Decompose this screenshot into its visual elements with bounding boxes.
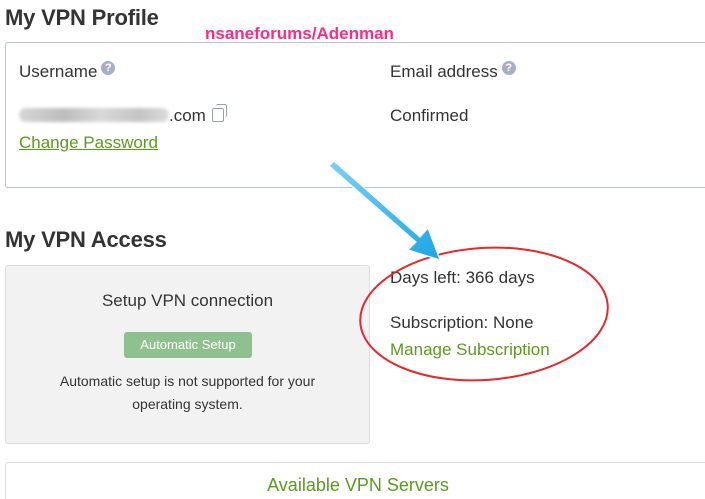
username-suffix: .com (169, 106, 206, 125)
username-label-text: Username (19, 62, 98, 81)
access-title: My VPN Access (5, 227, 167, 252)
days-left: Days left: 366 days (390, 268, 535, 287)
page: My VPN Profile Username? Email address? … (0, 0, 705, 499)
setup-card: Setup VPN connection Automatic Setup Aut… (5, 265, 370, 444)
email-label: Email address? (390, 61, 516, 82)
available-servers-link[interactable]: Available VPN Servers (6, 475, 705, 496)
redacted-email-prefix (19, 108, 169, 122)
manage-subscription-link[interactable]: Manage Subscription (390, 340, 550, 360)
email-status: Confirmed (390, 106, 469, 125)
help-icon[interactable]: ? (501, 61, 516, 75)
copy-icon[interactable] (211, 104, 227, 122)
change-password-link[interactable]: Change Password (19, 133, 158, 153)
username-label: Username? (19, 61, 116, 82)
automatic-setup-button[interactable]: Automatic Setup (124, 332, 252, 358)
profile-title: My VPN Profile (5, 5, 159, 30)
email-label-text: Email address (390, 62, 498, 81)
servers-bar: Available VPN Servers (5, 462, 705, 499)
setup-note: Automatic setup is not supported for you… (59, 373, 316, 412)
watermark-text: nsaneforums/Adenman (205, 24, 394, 43)
subscription-status: Subscription: None (390, 313, 534, 332)
setup-title: Setup VPN connection (101, 291, 274, 310)
username-value: .com (19, 104, 227, 126)
help-icon[interactable]: ? (101, 61, 116, 75)
